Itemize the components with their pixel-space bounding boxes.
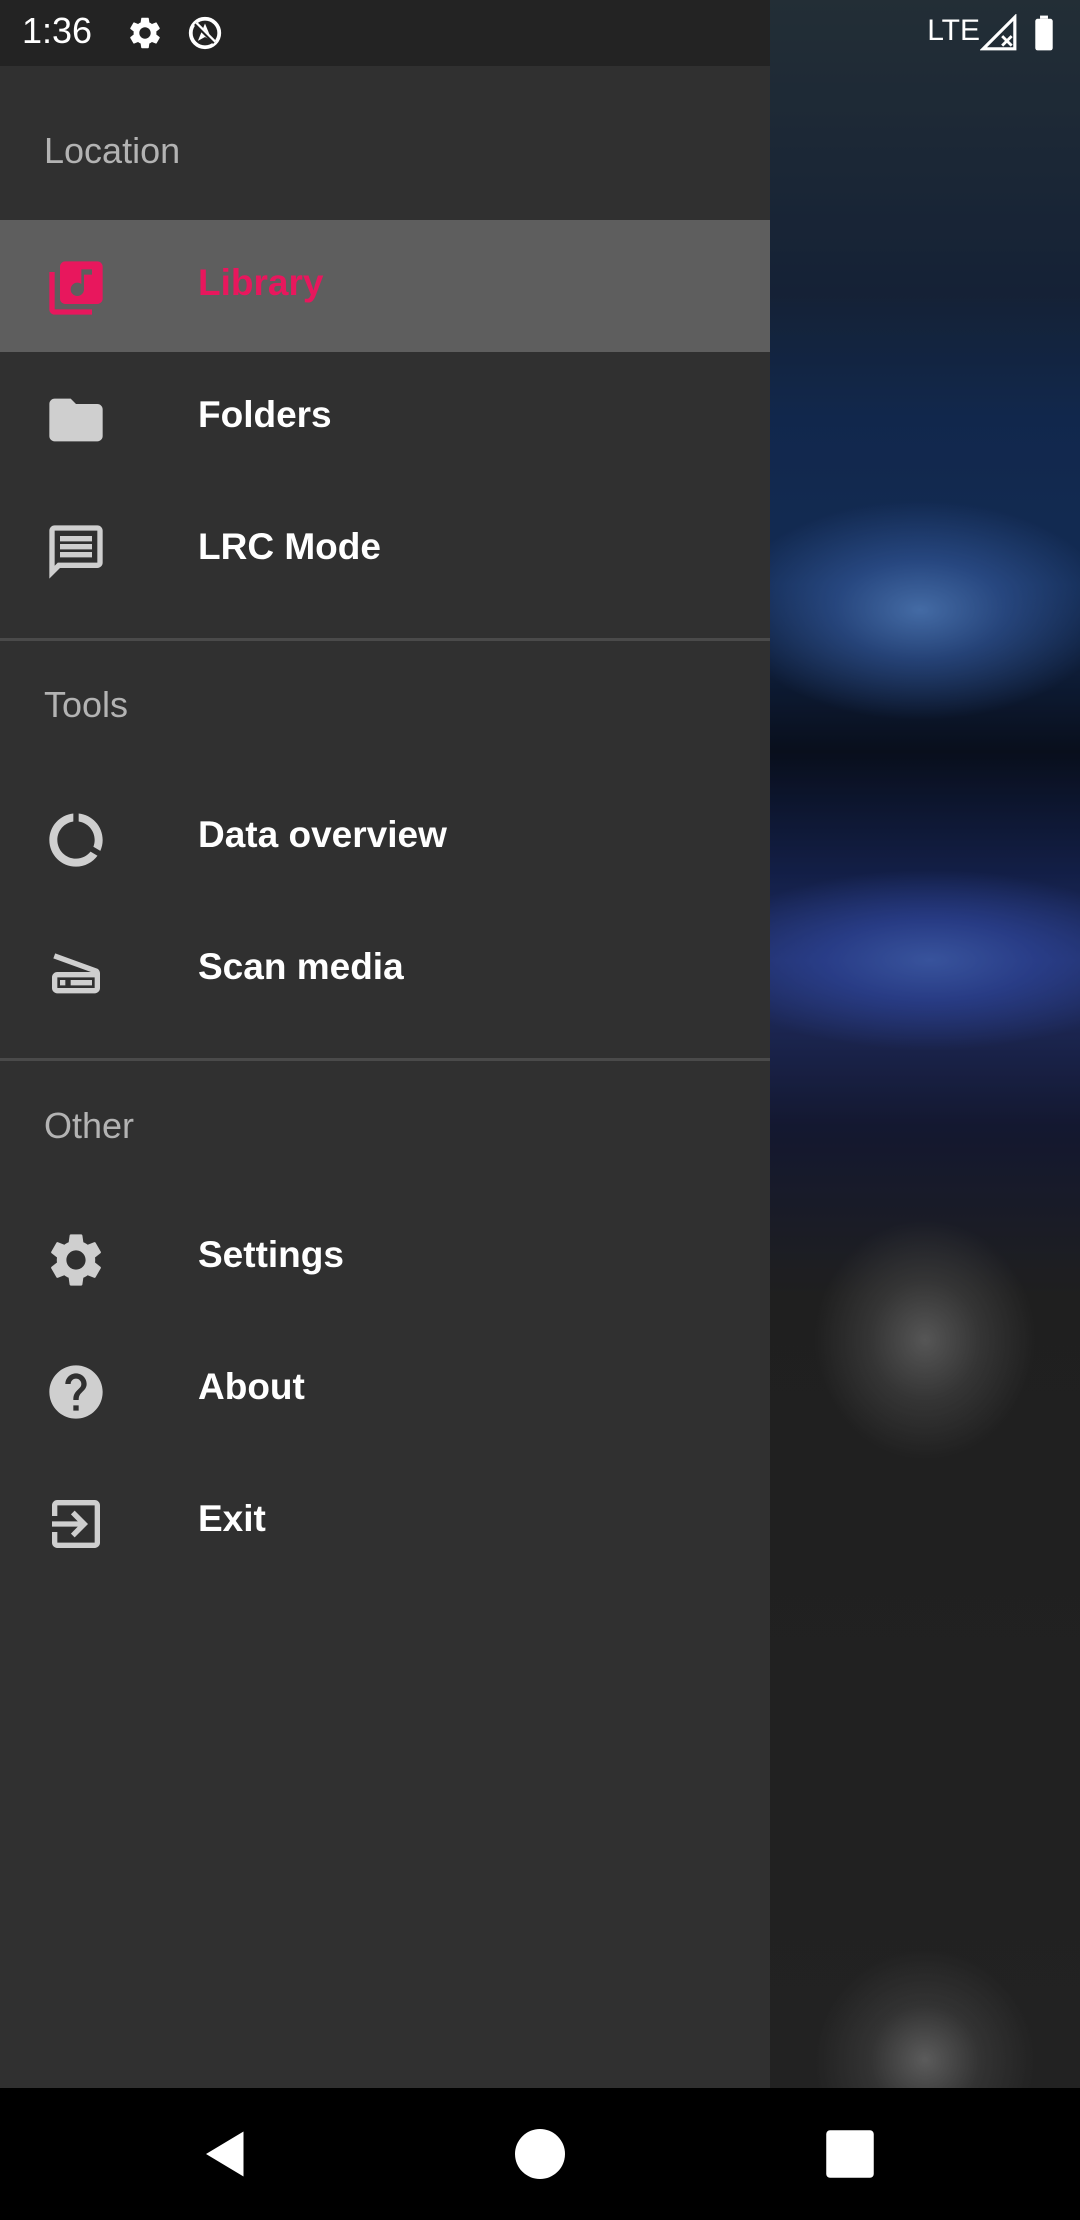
- home-icon[interactable]: [510, 2124, 570, 2184]
- scanner-icon: [52, 953, 100, 994]
- section-header-location: Location: [44, 130, 181, 171]
- section-header-tools: Tools: [44, 684, 129, 725]
- drawer-item-label: LRC Mode: [198, 526, 381, 567]
- drawer-item-label: About: [198, 1366, 305, 1407]
- location-off-icon: [188, 16, 222, 50]
- help-icon: [49, 1365, 103, 1419]
- status-bar: 1:36 LTE: [0, 0, 1080, 66]
- battery-icon: [1035, 15, 1053, 51]
- signal-icon: [980, 14, 1017, 51]
- drawer-item-folders[interactable]: Folders: [0, 352, 770, 484]
- drawer-item-exit[interactable]: Exit: [0, 1456, 770, 1588]
- back-icon[interactable]: [196, 2124, 256, 2184]
- drawer-item-about[interactable]: About: [0, 1324, 770, 1456]
- lyrics-comment-icon: [49, 525, 103, 579]
- status-time: 1:36: [22, 10, 93, 51]
- screen: 1:36 LTE Location Library Folders LRC Mo…: [0, 0, 1080, 2220]
- drawer-item-lrc-mode[interactable]: LRC Mode: [0, 484, 770, 616]
- donut-chart-icon: [49, 813, 103, 867]
- drawer-item-settings[interactable]: Settings: [0, 1192, 770, 1324]
- drawer-item-label: Folders: [198, 394, 332, 435]
- library-music-icon: [49, 261, 103, 315]
- drawer-item-label: Exit: [198, 1498, 266, 1539]
- drawer-item-label: Library: [198, 262, 324, 303]
- recents-icon[interactable]: [820, 2124, 880, 2184]
- gear-icon: [130, 17, 160, 49]
- navigation-drawer: Location Library Folders LRC Mode Tools: [0, 66, 770, 2088]
- drawer-item-label: Data overview: [198, 814, 447, 855]
- gear-icon: [51, 1234, 101, 1286]
- section-divider: [0, 1058, 770, 1061]
- folder-icon: [49, 398, 103, 442]
- drawer-item-scan-media[interactable]: Scan media: [0, 904, 770, 1036]
- section-divider: [0, 638, 770, 641]
- drawer-item-data-overview[interactable]: Data overview: [0, 772, 770, 904]
- drawer-item-label: Settings: [198, 1234, 344, 1275]
- drawer-item-label: Scan media: [198, 946, 404, 987]
- network-type-label: LTE: [927, 14, 980, 47]
- exit-icon: [52, 1500, 100, 1548]
- section-header-other: Other: [44, 1105, 135, 1146]
- system-navigation-bar: [0, 2088, 1080, 2220]
- drawer-item-library[interactable]: Library: [0, 220, 770, 352]
